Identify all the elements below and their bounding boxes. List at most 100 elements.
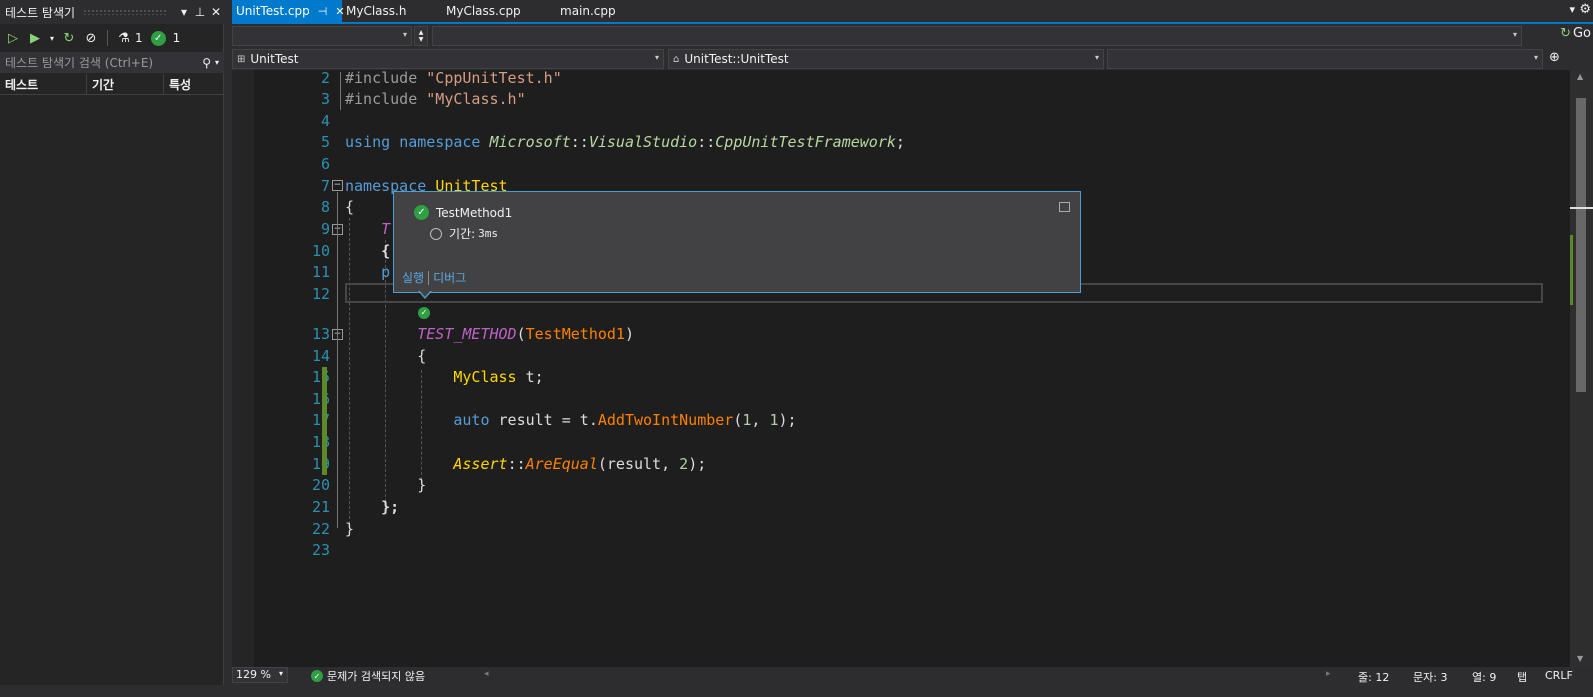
scroll-position-marker: [1570, 207, 1593, 209]
duration-label: 기간:: [449, 227, 476, 241]
line-number: 20: [311, 476, 330, 494]
line-number: 2: [320, 70, 330, 87]
chevron-down-icon: ▾: [402, 30, 407, 39]
flask-icon[interactable]: ⚗: [115, 29, 133, 47]
chevron-down-icon: ▾: [654, 53, 659, 62]
editor-toolbar: ▾ ▲ ▼ ▾ ↻ Go: [232, 24, 1593, 48]
passed-icon[interactable]: ✓: [150, 30, 166, 46]
code-line: TEST_METHOD(TestMethod1): [417, 325, 634, 343]
drag-handle[interactable]: [83, 9, 168, 15]
line-number: 16: [311, 390, 330, 408]
code-editor[interactable]: 2 3 4 5 6 7 8 9 10 11 12 13 14 15 16 17 …: [232, 70, 1570, 680]
fold-line: [340, 72, 341, 110]
chevron-down-icon[interactable]: ▾: [48, 29, 56, 47]
line-number: 10: [311, 242, 330, 260]
line-number: 5: [320, 133, 330, 151]
tab-main-cpp[interactable]: main.cpp: [556, 0, 656, 22]
char-indicator[interactable]: 문자: 3: [1413, 669, 1447, 685]
navigation-bar: ⊞ UnitTest ▾ ⌂ UnitTest::UnitTest ▾ ▾ ⊕: [232, 48, 1593, 70]
scroll-right-icon[interactable]: ▸: [1326, 669, 1331, 679]
test-status-glyph-icon[interactable]: ✓: [418, 307, 430, 319]
code-line: p: [381, 263, 391, 281]
document-tab-bar: UnitTest.cpp ⊣ ✕ MyClass.h MyClass.cpp m…: [232, 0, 1593, 24]
line-number: 7: [320, 177, 330, 195]
tab-myclass-cpp[interactable]: MyClass.cpp: [442, 0, 554, 22]
test-explorer-panel: 테스트 탐색기 ▾ ⊥ ✕ ▷ ▶ ▾ ↻ ⊘ ⚗ 1 ✓ 1 테스트 탐색기 …: [0, 0, 224, 697]
line-number: 9: [320, 220, 330, 238]
column-header-test[interactable]: 테스트: [0, 73, 87, 95]
search-icon[interactable]: ⚲: [202, 56, 211, 70]
search-input[interactable]: 테스트 탐색기 검색 (Ctrl+E) ⚲ ▾: [0, 52, 224, 73]
cancel-run-icon[interactable]: ⊘: [82, 29, 100, 47]
codelens-test-popup: ✓ TestMethod1 기간: 3ms 실행 디버그: [393, 191, 1081, 293]
selector-combo[interactable]: ▾: [432, 26, 1522, 46]
scroll-left-icon[interactable]: ◂: [484, 669, 489, 679]
run-icon[interactable]: ▶: [26, 29, 44, 47]
eol-indicator[interactable]: CRLF: [1545, 669, 1573, 682]
class-icon: ⌂: [673, 53, 680, 65]
solution-combo[interactable]: ▾: [232, 26, 412, 46]
indent-indicator[interactable]: 탭: [1517, 669, 1527, 685]
project-icon: ⊞: [237, 53, 246, 65]
issues-indicator[interactable]: ✓ 문제가 검색되지 않음: [311, 668, 425, 684]
run-link[interactable]: 실행: [402, 269, 424, 286]
repeat-run-icon[interactable]: ↻: [60, 29, 78, 47]
pin-icon[interactable]: ⊣: [318, 5, 328, 18]
scope-dropdown[interactable]: ⌂ UnitTest::UnitTest ▾: [668, 49, 1104, 69]
scroll-up-icon[interactable]: ▲: [1577, 72, 1583, 81]
line-number: 4: [320, 112, 330, 130]
split-window-icon[interactable]: ⊕: [1549, 50, 1560, 65]
line-number: 18: [311, 433, 330, 451]
line-number: 15: [311, 368, 330, 386]
scroll-down-icon[interactable]: ▼: [1577, 654, 1583, 663]
up-arrow-icon[interactable]: ▲: [419, 29, 424, 36]
collapse-icon[interactable]: −: [332, 180, 343, 191]
tab-myclass-h[interactable]: MyClass.h: [342, 0, 442, 22]
project-dropdown[interactable]: ⊞ UnitTest ▾: [232, 49, 664, 69]
debug-link[interactable]: 디버그: [433, 269, 466, 286]
panel-menu-icon[interactable]: ▾: [176, 5, 192, 19]
popup-pointer-fill: [419, 290, 431, 297]
chevron-down-icon: ▾: [1512, 30, 1517, 39]
panel-title-bar: 테스트 탐색기 ▾ ⊥ ✕: [0, 0, 224, 24]
line-indicator[interactable]: 줄: 12: [1358, 669, 1389, 685]
column-indicator[interactable]: 열: 9: [1472, 669, 1496, 685]
scrollbar-thumb[interactable]: [1576, 98, 1586, 392]
member-dropdown[interactable]: ▾: [1107, 49, 1543, 69]
line-number: 23: [311, 541, 330, 559]
code-line: };: [381, 498, 400, 516]
down-arrow-icon[interactable]: ▼: [419, 36, 424, 43]
vertical-scrollbar[interactable]: ▲ ▼: [1570, 70, 1593, 667]
line-number: 14: [311, 347, 330, 365]
popup-title-row: ✓ TestMethod1: [414, 205, 512, 220]
zoom-dropdown[interactable]: 129 % ▾: [232, 667, 288, 683]
project-label: UnitTest: [250, 52, 299, 66]
scope-label: UnitTest::UnitTest: [684, 52, 789, 66]
gear-icon[interactable]: ⚙: [1579, 2, 1591, 17]
go-label: Go: [1572, 26, 1591, 41]
close-icon[interactable]: ✕: [208, 5, 224, 19]
code-line: {: [345, 198, 355, 216]
go-button[interactable]: ↻ Go: [1560, 26, 1591, 41]
code-line: T: [381, 220, 391, 238]
indicator-margin: [232, 70, 254, 680]
code-line: }: [345, 520, 355, 538]
window-bottom-edge: [0, 685, 1593, 697]
line-number: 8: [320, 198, 330, 216]
run-all-icon[interactable]: ▷: [4, 29, 22, 47]
tab-unittest-cpp[interactable]: UnitTest.cpp ⊣ ✕: [232, 0, 345, 22]
combo-spinner[interactable]: ▲ ▼: [414, 26, 428, 46]
panel-title: 테스트 탐색기: [5, 5, 76, 20]
pin-icon[interactable]: ⊥: [192, 5, 208, 19]
duration-value: 3ms: [478, 227, 498, 240]
link-separator: [428, 270, 430, 285]
code-line: #include "CppUnitTest.h": [345, 70, 562, 87]
column-header-duration[interactable]: 기간: [87, 73, 164, 95]
column-header-traits[interactable]: 특성: [164, 74, 224, 95]
search-options-icon[interactable]: ▾: [215, 58, 219, 67]
line-number: 6: [320, 155, 330, 173]
tab-list-dropdown-icon[interactable]: ▾: [1569, 3, 1575, 16]
line-number: 11: [311, 263, 330, 281]
tab-label: UnitTest.cpp: [236, 4, 310, 18]
dock-popup-icon[interactable]: [1059, 202, 1070, 212]
